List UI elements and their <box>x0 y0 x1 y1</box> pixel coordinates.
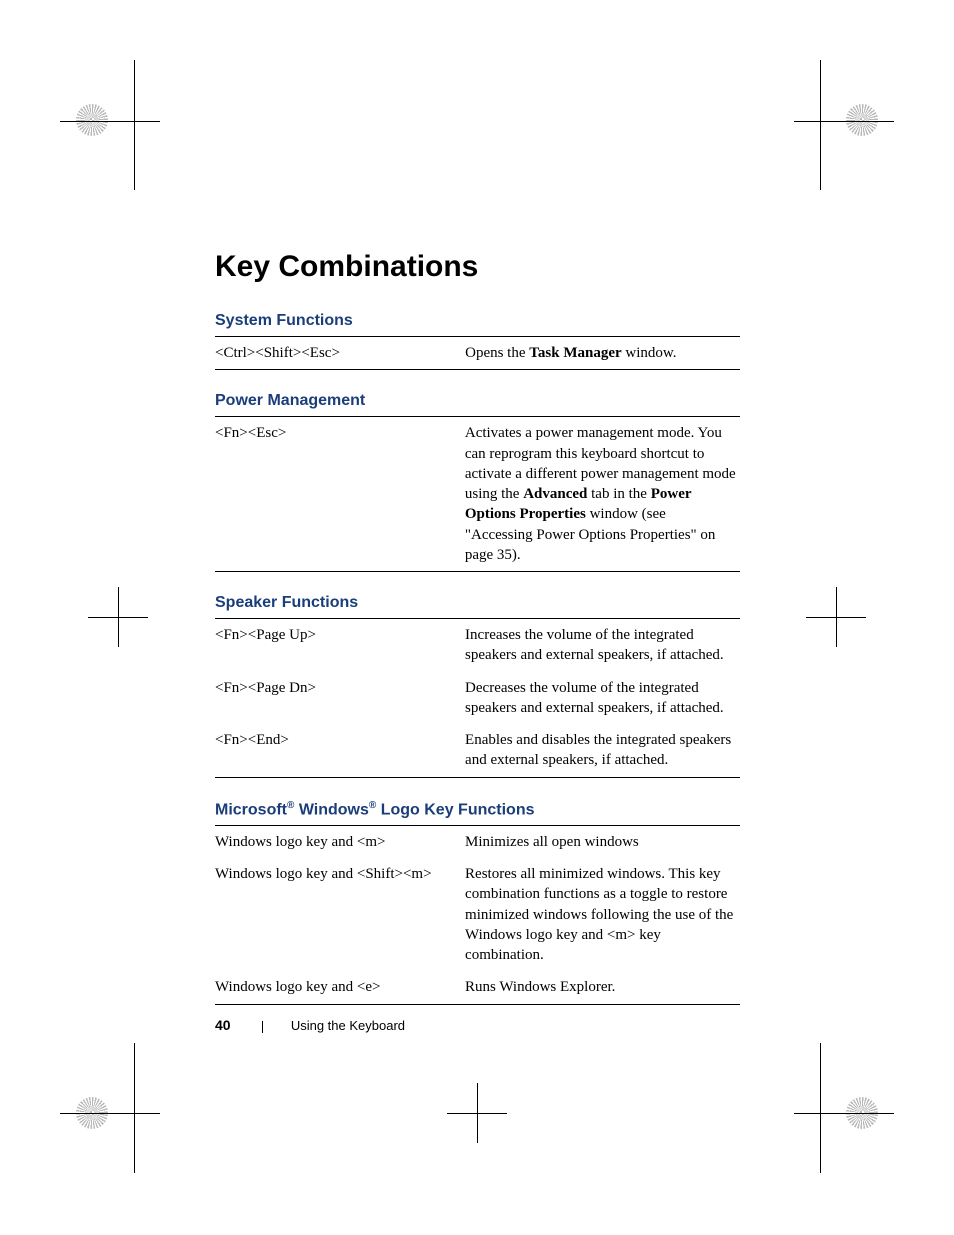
table-row: <Ctrl><Shift><Esc>Opens the Task Manager… <box>215 337 740 370</box>
key-combinations-table: Windows logo key and <m>Minimizes all op… <box>215 825 740 1005</box>
page-footer: 40 Using the Keyboard <box>215 1017 405 1033</box>
key-combination: <Fn><Esc> <box>215 417 465 572</box>
key-combinations-table: <Ctrl><Shift><Esc>Opens the Task Manager… <box>215 336 740 370</box>
key-description: Opens the Task Manager window. <box>465 337 740 370</box>
key-description: Increases the volume of the integrated s… <box>465 619 740 672</box>
key-combination: <Fn><Page Dn> <box>215 672 465 725</box>
key-description: Restores all minimized windows. This key… <box>465 858 740 971</box>
key-description: Minimizes all open windows <box>465 825 740 858</box>
table-row: <Fn><Page Up>Increases the volume of the… <box>215 619 740 672</box>
table-row: <Fn><Esc>Activates a power management mo… <box>215 417 740 572</box>
key-combination: <Fn><End> <box>215 724 465 777</box>
page-number: 40 <box>215 1017 231 1033</box>
key-combinations-table: <Fn><Page Up>Increases the volume of the… <box>215 618 740 778</box>
table-row: Windows logo key and <m>Minimizes all op… <box>215 825 740 858</box>
key-combination: <Ctrl><Shift><Esc> <box>215 337 465 370</box>
section-heading: Speaker Functions <box>215 594 740 612</box>
key-combination: <Fn><Page Up> <box>215 619 465 672</box>
page-title: Key Combinations <box>215 250 740 284</box>
section-heading: Microsoft® Windows® Logo Key Functions <box>215 800 740 819</box>
section-heading: Power Management <box>215 392 740 410</box>
footer-divider <box>262 1021 263 1033</box>
table-row: Windows logo key and <e>Runs Windows Exp… <box>215 971 740 1004</box>
key-combination: Windows logo key and <Shift><m> <box>215 858 465 971</box>
key-combinations-table: <Fn><Esc>Activates a power management mo… <box>215 416 740 572</box>
table-row: <Fn><Page Dn>Decreases the volume of the… <box>215 672 740 725</box>
registration-mark <box>76 104 108 136</box>
key-description: Decreases the volume of the integrated s… <box>465 672 740 725</box>
key-combination: Windows logo key and <m> <box>215 825 465 858</box>
table-row: Windows logo key and <Shift><m>Restores … <box>215 858 740 971</box>
section-heading: System Functions <box>215 312 740 330</box>
key-description: Enables and disables the integrated spea… <box>465 724 740 777</box>
key-description: Activates a power management mode. You c… <box>465 417 740 572</box>
key-description: Runs Windows Explorer. <box>465 971 740 1004</box>
footer-section-name: Using the Keyboard <box>291 1018 405 1033</box>
registration-mark <box>846 104 878 136</box>
key-combination: Windows logo key and <e> <box>215 971 465 1004</box>
table-row: <Fn><End>Enables and disables the integr… <box>215 724 740 777</box>
